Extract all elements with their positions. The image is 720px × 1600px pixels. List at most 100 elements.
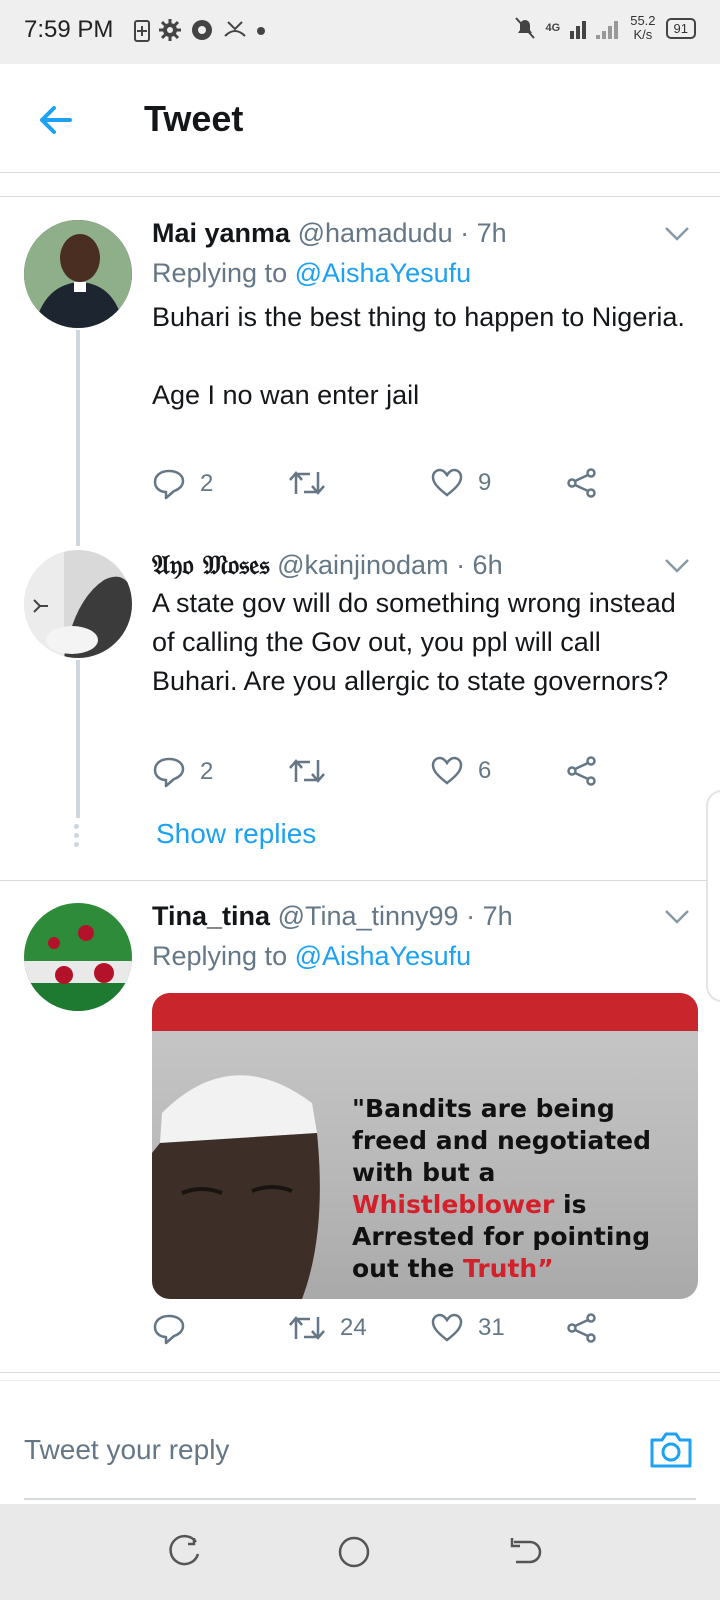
tweet-text: Buhari is the best thing to happen to Ni…: [152, 302, 685, 410]
reply-bar-divider: [0, 1380, 720, 1381]
author-handle[interactable]: @kainjinodam: [277, 550, 449, 580]
reply-icon: [153, 469, 185, 500]
camera-icon[interactable]: [648, 1430, 694, 1470]
like-button[interactable]: 6: [430, 756, 491, 786]
tweet-actions: 2 9: [152, 468, 612, 508]
tweet-header: Tina_tina @Tina_tinny99 · 7h: [152, 901, 513, 932]
tweet-actions: 24 31: [152, 1313, 612, 1353]
notification-dot-icon: [257, 27, 265, 35]
tweet-media-image[interactable]: "Bandits are being freed and negotiated …: [152, 993, 698, 1299]
heart-icon: [431, 756, 463, 785]
portrait-illustration: [152, 1075, 320, 1299]
share-icon: [567, 468, 596, 498]
retweet-count: 24: [340, 1314, 367, 1341]
thread-line: [76, 330, 80, 546]
avatar-image: [24, 903, 132, 1011]
page-title: Tweet: [144, 98, 244, 139]
replying-to: Replying to @AishaYesufu: [152, 258, 472, 288]
retweet-icon: [289, 471, 325, 495]
like-count: 9: [478, 469, 492, 496]
tweet-header: Mai yanma @hamadudu · 7h: [152, 218, 507, 249]
share-icon: [567, 756, 596, 786]
avatar[interactable]: [24, 550, 132, 658]
share-button[interactable]: [566, 756, 598, 786]
top-app-bar: Tweet: [0, 64, 720, 172]
chevron-down-icon[interactable]: [664, 226, 690, 242]
tweet-header: 𝔄𝔶𝔬 𝔐𝔬𝔰𝔢𝔰 @kainjinodam · 6h: [152, 550, 503, 582]
share-button[interactable]: [566, 468, 598, 498]
network-speed: 55.2 K/s: [630, 13, 656, 42]
share-icon: [567, 1313, 596, 1343]
reply-input[interactable]: Tweet your reply: [24, 1434, 229, 1466]
media-quote-text: "Bandits are being freed and negotiated …: [352, 1094, 651, 1283]
tweet-text: A state gov will do something wrong inst…: [152, 588, 676, 696]
settings-icon: [159, 19, 181, 41]
retweet-icon: [289, 759, 325, 783]
author-name[interactable]: Tina_tina: [152, 901, 270, 931]
retweet-button[interactable]: 24: [288, 1313, 367, 1343]
network-type: 4G: [545, 22, 561, 34]
thread-line: [76, 660, 80, 818]
edge-panel-handle[interactable]: [706, 790, 720, 1002]
tweet-divider: [0, 1372, 720, 1373]
reply-input-underline: [24, 1498, 696, 1500]
retweet-icon: [289, 1316, 325, 1340]
status-time: 7:59 PM: [24, 16, 114, 43]
tweet-2[interactable]: 𝔄𝔶𝔬 𝔐𝔬𝔰𝔢𝔰 @kainjinodam · 6h A state gov …: [0, 546, 720, 880]
status-bar: 7:59 PM 4G 55.2 K/s 91: [0, 0, 720, 64]
system-nav-bar: [0, 1504, 720, 1600]
battery-level: 91: [665, 17, 696, 39]
status-icons-left: [134, 18, 266, 42]
recent-apps-icon[interactable]: [166, 1534, 202, 1570]
reply-button[interactable]: 2: [152, 756, 213, 788]
missed-call-icon: [224, 21, 246, 37]
back-arrow-icon[interactable]: [36, 100, 76, 140]
tweet-1[interactable]: Mai yanma @hamadudu · 7h Replying to @Ai…: [0, 196, 720, 546]
like-button[interactable]: 31: [430, 1313, 505, 1343]
header-divider: [0, 172, 720, 173]
reply-count: 2: [200, 470, 214, 497]
mention-link[interactable]: @AishaYesufu: [295, 941, 472, 971]
reply-icon: [153, 1314, 185, 1345]
avatar[interactable]: [24, 220, 132, 328]
media-red-banner: [152, 993, 698, 1031]
like-button[interactable]: 9: [430, 468, 491, 498]
heart-icon: [431, 1313, 463, 1342]
show-replies-link[interactable]: Show replies: [156, 818, 316, 850]
author-name[interactable]: Mai yanma: [152, 218, 290, 248]
tweet-3[interactable]: Tina_tina @Tina_tinny99 · 7h Replying to…: [0, 881, 720, 1371]
chevron-down-icon[interactable]: [664, 909, 690, 925]
share-button[interactable]: [566, 1313, 598, 1343]
replying-to: Replying to @AishaYesufu: [152, 941, 472, 971]
reply-button[interactable]: 2: [152, 468, 213, 500]
mute-icon: [514, 17, 535, 39]
status-icons-right: 4G 55.2 K/s 91: [514, 14, 696, 42]
back-icon[interactable]: [506, 1534, 542, 1570]
signal-icon: [570, 21, 619, 39]
reply-composer: Tweet your reply: [0, 1408, 720, 1504]
retweet-button[interactable]: [288, 468, 340, 498]
like-count: 6: [478, 757, 492, 784]
reply-count: 2: [200, 758, 214, 785]
tweet-time: · 7h: [458, 901, 513, 931]
avatar[interactable]: [24, 903, 132, 1011]
chevron-down-icon[interactable]: [664, 558, 690, 574]
tweet-time: · 7h: [452, 218, 507, 248]
home-icon[interactable]: [336, 1534, 372, 1570]
tweet-time: · 6h: [448, 550, 503, 580]
author-name[interactable]: 𝔄𝔶𝔬 𝔐𝔬𝔰𝔢𝔰: [152, 550, 270, 581]
retweet-button[interactable]: [288, 756, 340, 786]
reply-icon: [153, 757, 185, 788]
reply-button[interactable]: [152, 1313, 200, 1345]
avatar-image: [24, 550, 132, 658]
avatar-image: [24, 220, 132, 328]
mention-link[interactable]: @AishaYesufu: [295, 258, 472, 288]
author-handle[interactable]: @hamadudu: [298, 218, 453, 248]
like-count: 31: [478, 1314, 505, 1341]
battery-saver-icon: [134, 20, 150, 42]
tweet-actions: 2 6: [152, 756, 612, 796]
author-handle[interactable]: @Tina_tinny99: [278, 901, 459, 931]
heart-icon: [431, 468, 463, 497]
browser-icon: [192, 20, 212, 40]
thread-dots: [74, 824, 80, 847]
